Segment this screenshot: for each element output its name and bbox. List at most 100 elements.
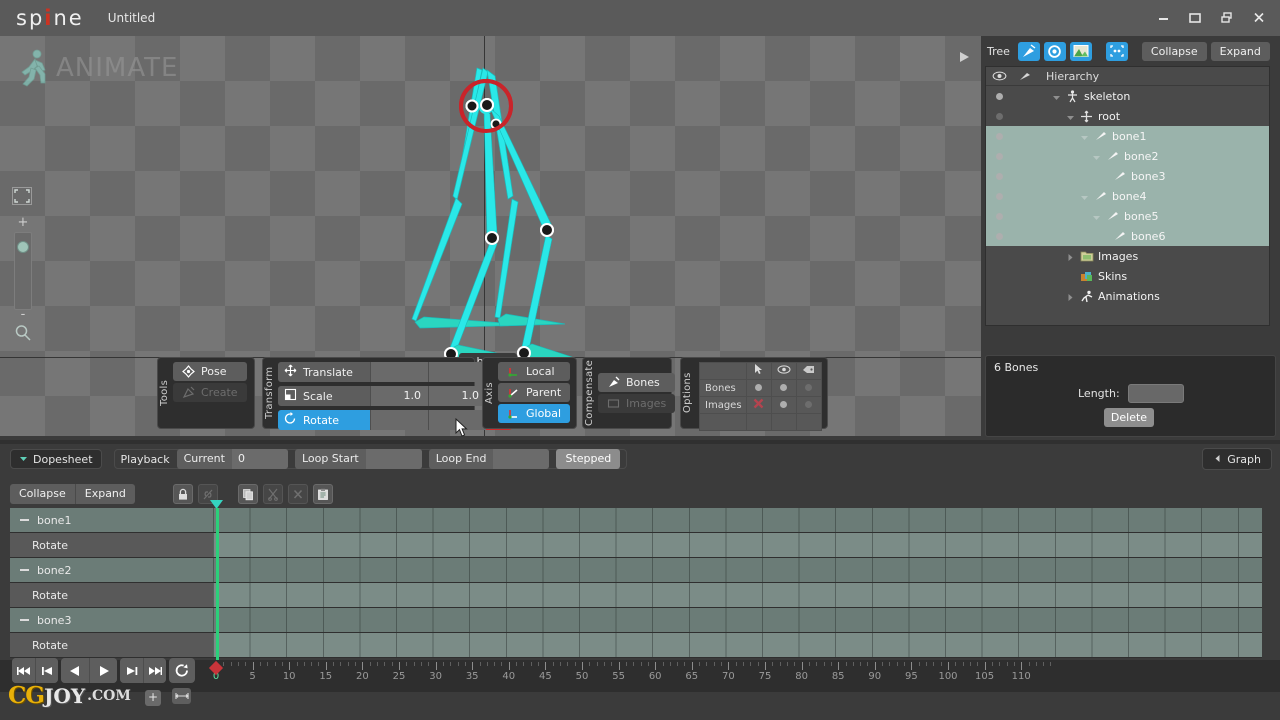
transform-row-rotate[interactable]: Rotate (278, 410, 512, 430)
minimize-icon[interactable] (1148, 4, 1178, 30)
options-images-tag-toggle[interactable] (795, 396, 823, 414)
collapse-minus-icon[interactable] (20, 569, 29, 571)
dopesheet-row-bone1-rotate[interactable]: Rotate (10, 533, 213, 558)
tree-node-animations[interactable]: Animations (986, 286, 1269, 306)
tree-eye-toggle[interactable] (986, 152, 1012, 160)
step-back-icon[interactable] (35, 658, 58, 683)
axis-local-button[interactable]: Local (498, 362, 571, 381)
dopesheet-row-bone2-rotate[interactable]: Rotate (10, 583, 213, 608)
tree-eye-toggle[interactable] (986, 112, 1012, 120)
current-value[interactable]: 0 (231, 449, 288, 469)
chevron-down-icon[interactable] (1080, 192, 1089, 201)
zoom-out-label[interactable]: - (10, 308, 36, 322)
play-reverse-icon[interactable] (61, 658, 89, 683)
dopesheet-row-bone3[interactable]: bone3 (10, 608, 213, 633)
options-images-select-toggle[interactable] (745, 396, 772, 414)
restore-icon[interactable] (1212, 4, 1242, 30)
playhead-line[interactable] (216, 508, 219, 660)
delete-x-icon[interactable] (287, 484, 308, 504)
tree-node-skins[interactable]: Skins (986, 266, 1269, 286)
current-frame-field[interactable]: Current 0 (176, 449, 288, 469)
axis-global-button[interactable]: Global (498, 404, 571, 423)
tool-pose-button[interactable]: Pose (173, 362, 247, 381)
translate-x-field[interactable] (370, 362, 428, 382)
collapse-minus-icon[interactable] (20, 519, 29, 521)
dopesheet-expand-button[interactable]: Expand (74, 484, 135, 504)
chevron-down-icon[interactable] (1092, 152, 1101, 161)
zoom-slider[interactable] (14, 232, 32, 310)
chevron-right-icon[interactable] (1066, 252, 1075, 261)
lock-icon[interactable] (172, 484, 193, 504)
maximize-icon[interactable] (1180, 4, 1210, 30)
dopesheet-row-bone3-rotate[interactable]: Rotate (10, 633, 213, 658)
tree-node-skeleton[interactable]: skeleton (986, 86, 1269, 106)
frame-range-icon[interactable] (172, 688, 191, 704)
scale-x-field[interactable]: 1.0 (370, 386, 428, 406)
play-forward-icon[interactable] (89, 658, 117, 683)
chevron-right-icon[interactable] (1066, 292, 1075, 301)
options-row-images[interactable]: Images (699, 396, 823, 414)
options-bones-tag-toggle[interactable] (795, 379, 823, 397)
chevron-down-icon[interactable] (1066, 112, 1075, 121)
close-icon[interactable] (1244, 4, 1274, 30)
tree-node-bone5[interactable]: bone5 (986, 206, 1269, 226)
tree-expand-button[interactable]: Expand (1210, 41, 1270, 61)
axis-parent-button[interactable]: Parent (498, 383, 571, 402)
options-bones-select-toggle[interactable] (745, 379, 772, 397)
dopesheet-collapse-button[interactable]: Collapse (10, 484, 75, 504)
compensate-images-button[interactable]: Images (598, 394, 676, 413)
step-forward-icon[interactable] (120, 658, 143, 683)
scale-y-field[interactable]: 1.0 (428, 386, 486, 406)
skip-to-start-icon[interactable] (12, 658, 35, 683)
copy-icon[interactable] (237, 484, 258, 504)
add-keyframe-button[interactable]: + (145, 690, 161, 706)
options-images-eye-toggle[interactable] (770, 396, 797, 414)
tree-eye-toggle[interactable] (986, 192, 1012, 200)
dopesheet-row-bone2[interactable]: bone2 (10, 558, 213, 583)
tree-eye-toggle[interactable] (986, 232, 1012, 240)
fit-to-view-icon[interactable] (12, 187, 32, 205)
slot-filter-icon[interactable] (1043, 41, 1066, 61)
tree-collapse-button[interactable]: Collapse (1141, 41, 1207, 61)
image-filter-icon[interactable] (1069, 41, 1092, 61)
chevron-down-icon[interactable] (1080, 132, 1089, 141)
dopesheet-keyframe-grid[interactable] (213, 508, 1262, 660)
dopesheet-row-bone1[interactable]: bone1 (10, 508, 213, 533)
options-row-bones[interactable]: Bones (699, 379, 823, 397)
tree-node-bone3[interactable]: bone3 (986, 166, 1269, 186)
rotate-x-field[interactable] (370, 410, 428, 430)
chevron-down-icon[interactable] (1092, 212, 1101, 221)
paste-icon[interactable] (312, 484, 333, 504)
viewport-zoom-controls[interactable]: + - (10, 216, 36, 342)
dopesheet-body[interactable]: bone1 Rotate bone2 Rotate bone3 Rotate (0, 508, 1280, 660)
compensate-bones-button[interactable]: Bones (598, 373, 676, 392)
tree-node-images[interactable]: Images (986, 246, 1269, 266)
delete-bone-button[interactable]: Delete (1104, 408, 1154, 427)
tree-node-bone4[interactable]: bone4 (986, 186, 1269, 206)
chevron-down-icon[interactable] (1052, 92, 1061, 101)
tree-eye-toggle[interactable] (986, 92, 1012, 100)
loop-start-field[interactable]: Loop Start (294, 449, 422, 469)
graph-panel-button[interactable]: Graph (1202, 448, 1272, 470)
viewport-play-icon[interactable] (957, 50, 971, 68)
tool-create-button[interactable]: Create (173, 383, 247, 402)
options-bones-eye-toggle[interactable] (770, 379, 797, 397)
magnifier-icon[interactable] (14, 324, 32, 342)
cut-icon[interactable] (262, 484, 283, 504)
stepped-button[interactable]: Stepped (556, 449, 621, 469)
tree-node-bone2[interactable]: bone2 (986, 146, 1269, 166)
tree-node-root[interactable]: root (986, 106, 1269, 126)
transform-row-scale[interactable]: Scale 1.0 1.0 (278, 386, 512, 406)
tree-node-bone1[interactable]: bone1 (986, 126, 1269, 146)
loop-end-value[interactable] (493, 449, 550, 469)
transform-row-translate[interactable]: Translate (278, 362, 512, 382)
tree-eye-toggle[interactable] (986, 172, 1012, 180)
select-box-icon[interactable] (1105, 41, 1128, 61)
tree-node-bone6[interactable]: bone6 (986, 226, 1269, 246)
collapse-minus-icon[interactable] (20, 619, 29, 621)
dopesheet-title-chip[interactable]: Dopesheet (10, 449, 102, 469)
translate-y-field[interactable] (428, 362, 486, 382)
tree-hierarchy-list[interactable]: Hierarchy skeleton root bone1 bone2 bone… (985, 66, 1270, 326)
skip-to-end-icon[interactable] (143, 658, 166, 683)
zoom-slider-handle[interactable] (17, 241, 29, 253)
